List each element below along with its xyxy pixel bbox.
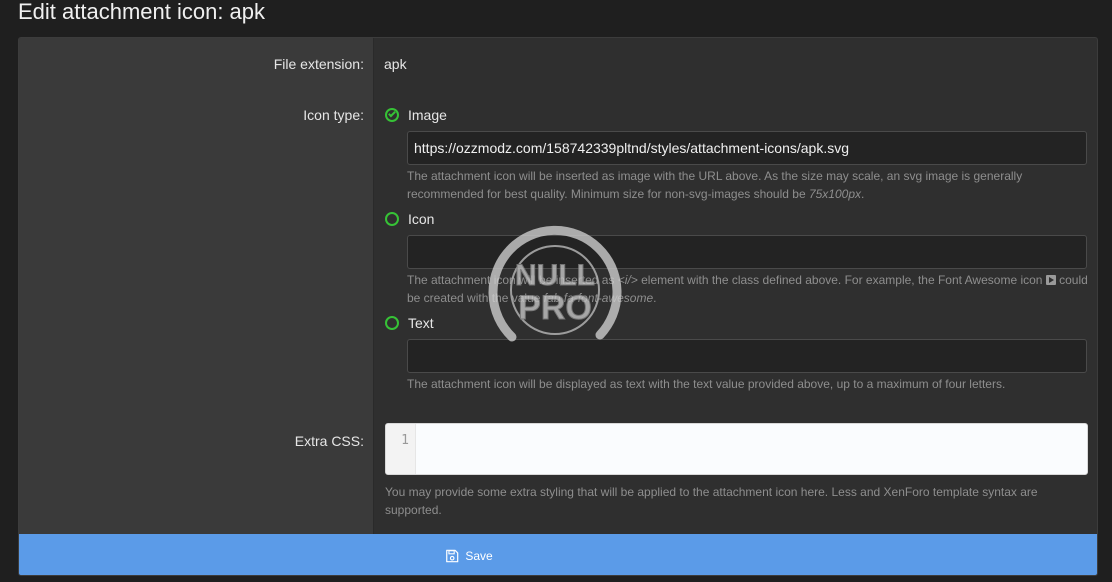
- font-awesome-icon: [1045, 275, 1056, 285]
- file-extension-value: apk: [384, 56, 407, 72]
- radio-image-option[interactable]: Image: [385, 105, 447, 125]
- line-number-gutter: 1: [386, 424, 416, 474]
- image-hint-size: 75x100px: [808, 187, 861, 201]
- icon-hint: The attachment icon will be inserted as …: [407, 271, 1091, 307]
- save-button-label: Save: [465, 548, 493, 563]
- radio-checked-icon[interactable]: [385, 108, 399, 122]
- extra-css-editor[interactable]: 1: [385, 423, 1088, 475]
- icon-type-label: Icon type:: [303, 107, 364, 123]
- text-value-input[interactable]: [407, 339, 1087, 373]
- file-extension-label: File extension:: [273, 56, 364, 72]
- extra-css-label: Extra CSS:: [294, 433, 364, 449]
- extra-css-hint: You may provide some extra styling that …: [385, 485, 1038, 517]
- radio-icon-option[interactable]: Icon: [385, 209, 434, 229]
- icon-hint-example: fab fa-font-awesome: [543, 291, 654, 305]
- image-url-input[interactable]: https://ozzmodz.com/158742339pltnd/style…: [407, 131, 1087, 165]
- radio-icon-label: Icon: [408, 211, 435, 227]
- radio-unchecked-icon[interactable]: [385, 316, 399, 330]
- image-hint-text: The attachment icon will be inserted as …: [407, 169, 1023, 201]
- icon-hint-code: <i/>: [617, 273, 638, 287]
- radio-image-label: Image: [408, 107, 447, 123]
- icon-hint-end: .: [653, 291, 657, 305]
- page-title: Edit attachment icon: apk: [18, 0, 266, 24]
- save-button[interactable]: Save: [445, 548, 493, 563]
- icon-hint-text-1: The attachment icon will be inserted as: [407, 273, 618, 287]
- input-column: apk Image https://ozzmodz.com/158742339p…: [375, 38, 1097, 534]
- save-icon: [446, 549, 459, 562]
- form-submit-row: Save: [19, 534, 1097, 575]
- radio-text-label: Text: [408, 315, 434, 331]
- image-hint-end: .: [861, 187, 865, 201]
- text-hint: The attachment icon will be displayed as…: [407, 377, 1006, 391]
- image-hint: The attachment icon will be inserted as …: [407, 167, 1091, 203]
- icon-hint-text-2: element with the class defined above. Fo…: [637, 273, 1046, 287]
- radio-text-option[interactable]: Text: [385, 313, 434, 333]
- radio-unchecked-icon[interactable]: [385, 212, 399, 226]
- label-column: File extension: Icon type: Extra CSS:: [19, 38, 374, 534]
- extra-css-code-area[interactable]: [416, 424, 1087, 474]
- icon-class-input[interactable]: [407, 235, 1087, 269]
- attachment-icon-form: File extension: Icon type: Extra CSS: ap…: [18, 37, 1098, 576]
